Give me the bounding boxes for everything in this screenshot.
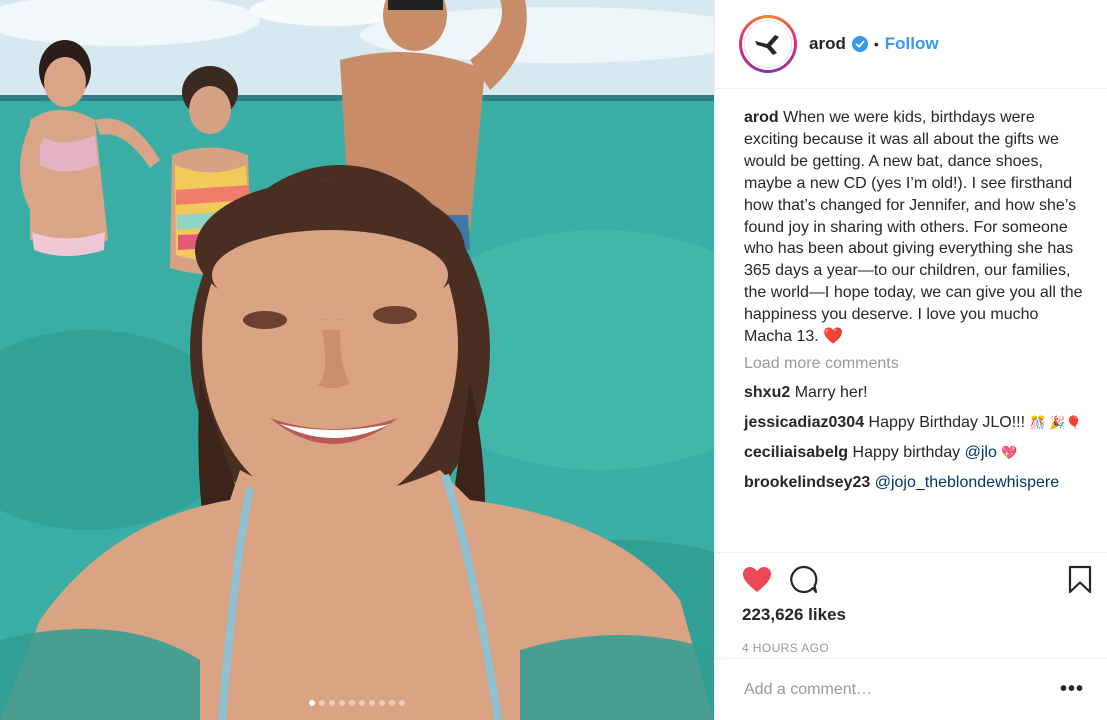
verified-badge-icon <box>851 36 868 52</box>
carousel-dot[interactable] <box>369 700 375 706</box>
comment-item: brookelindsey23 @jojo_theblondewhispere <box>744 472 1083 493</box>
avatar-logo-icon <box>744 20 792 68</box>
post-side-panel: arod • Follow arod When we were kids, bi… <box>714 0 1107 720</box>
comment-mention-link[interactable]: @jojo_theblondewhispere <box>875 474 1059 491</box>
comment-bubble-icon[interactable] <box>789 565 818 594</box>
likes-count[interactable]: 223,626 likes <box>742 605 1092 625</box>
comment-emoji: 🎊 🎉🎈 <box>1029 414 1082 430</box>
carousel-dot[interactable] <box>399 700 405 706</box>
comment-username[interactable]: shxu2 <box>744 384 790 401</box>
post-header: arod • Follow <box>715 0 1107 89</box>
comment-username[interactable]: brookelindsey23 <box>744 474 870 491</box>
avatar[interactable] <box>739 15 797 73</box>
carousel-dot[interactable] <box>359 700 365 706</box>
caption-text: When we were kids, birthdays were exciti… <box>744 109 1083 346</box>
post-photo[interactable] <box>0 0 714 720</box>
carousel-dot[interactable] <box>329 700 335 706</box>
comments-list[interactable]: arod When we were kids, birthdays were e… <box>715 89 1107 549</box>
bookmark-icon[interactable] <box>1068 565 1092 594</box>
carousel-dot[interactable] <box>319 700 325 706</box>
carousel-dot[interactable] <box>339 700 345 706</box>
comment-username[interactable]: ceciliaisabelg <box>744 444 848 461</box>
post-actions: 223,626 likes 4 HOURS AGO <box>715 552 1107 655</box>
post-timestamp: 4 HOURS AGO <box>742 641 830 655</box>
post-caption: arod When we were kids, birthdays were e… <box>744 107 1083 348</box>
caption-username[interactable]: arod <box>744 109 779 126</box>
comment-username[interactable]: jessicadiaz0304 <box>744 414 864 431</box>
carousel-dot[interactable] <box>309 700 315 706</box>
header-separator: • <box>873 36 879 52</box>
add-comment-bar: ••• <box>715 658 1107 720</box>
comment-mention-link[interactable]: @jlo <box>965 444 997 461</box>
header-username[interactable]: arod <box>809 34 846 54</box>
photo-illustration <box>0 0 714 720</box>
comment-text: Happy Birthday JLO!!! <box>868 413 1026 431</box>
carousel-indicator <box>0 700 714 706</box>
comment-emoji: 💖 <box>1001 444 1018 460</box>
follow-button[interactable]: Follow <box>885 34 939 54</box>
comment-text: Happy birthday <box>852 443 961 461</box>
comment-item: jessicadiaz0304 Happy Birthday JLO!!! 🎊 … <box>744 412 1083 433</box>
caption-heart-emoji: ❤️ <box>823 328 844 346</box>
carousel-dot[interactable] <box>389 700 395 706</box>
more-options-icon[interactable]: ••• <box>1060 678 1084 701</box>
comment-item: shxu2 Marry her! <box>744 382 1083 403</box>
carousel-dot[interactable] <box>379 700 385 706</box>
heart-like-icon[interactable] <box>742 566 772 593</box>
comment-item: ceciliaisabelg Happy birthday @jlo 💖 <box>744 442 1083 463</box>
add-comment-input[interactable] <box>744 680 1060 699</box>
carousel-dot[interactable] <box>349 700 355 706</box>
comment-text: Marry her! <box>794 383 868 401</box>
load-more-comments-button[interactable]: Load more comments <box>744 355 1083 373</box>
